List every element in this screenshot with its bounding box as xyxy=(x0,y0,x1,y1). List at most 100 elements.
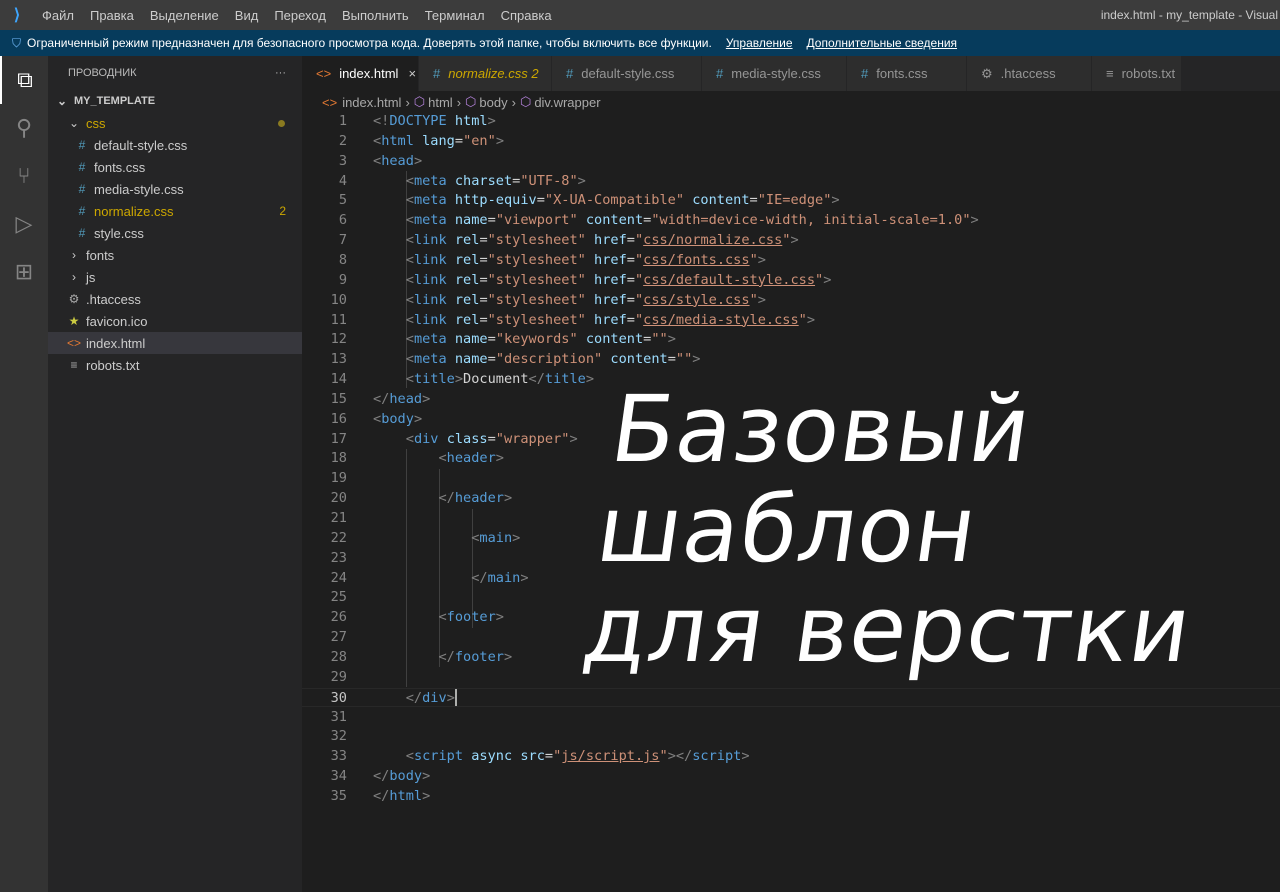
title-bar: ⟩ Файл Правка Выделение Вид Переход Выполнить… xyxy=(0,0,1280,30)
line-number: 31 xyxy=(330,708,347,725)
menu-item[interactable]: Файл xyxy=(42,8,74,23)
code-line[interactable]: 30 </div> xyxy=(302,687,1280,708)
star-icon: ★ xyxy=(68,314,80,328)
tree-item[interactable]: <> index.html xyxy=(48,332,302,354)
code-line[interactable]: 6 <meta name="viewport" content="width=d… xyxy=(302,211,1280,231)
breadcrumb-item[interactable]: html xyxy=(428,95,453,110)
breadcrumb-item[interactable]: index.html xyxy=(342,95,401,110)
tab-robots-txt[interactable]: ≡ robots.txt xyxy=(1092,56,1182,91)
menu-item[interactable]: Вид xyxy=(235,8,259,23)
tree-item[interactable]: # normalize.css 2 xyxy=(48,200,302,222)
code-line[interactable]: 32 xyxy=(302,727,1280,747)
close-tab-icon[interactable]: × xyxy=(408,66,416,81)
more-actions-button[interactable]: ··· xyxy=(275,67,286,79)
tree-item[interactable]: # style.css xyxy=(48,222,302,244)
tree-item[interactable]: ⌄ css xyxy=(48,112,302,134)
tree-item[interactable]: ≡ robots.txt xyxy=(48,354,302,376)
overlay-line: для верстки xyxy=(576,576,1199,683)
extensions-icon[interactable]: ⊞ xyxy=(0,248,48,296)
code-token: = xyxy=(479,251,488,268)
source-control-icon[interactable]: ⑂ xyxy=(0,152,48,200)
code-line[interactable]: 1 <!DOCTYPE html> xyxy=(302,112,1280,132)
code-line[interactable]: 13 <meta name="description" content=""> xyxy=(302,350,1280,370)
menu-item[interactable]: Переход xyxy=(274,8,326,23)
code-token: script xyxy=(692,748,742,765)
code-line[interactable]: 34 </body> xyxy=(302,767,1280,787)
tab--htaccess[interactable]: ⚙ .htaccess xyxy=(967,56,1092,91)
code-line[interactable]: 9 <link rel="stylesheet" href="css/defau… xyxy=(302,271,1280,291)
tab-normalize-css-2[interactable]: # normalize.css 2 xyxy=(419,56,552,91)
menu-item[interactable]: Выделение xyxy=(150,8,219,23)
code-line[interactable]: 31 xyxy=(302,708,1280,728)
code-token: "" xyxy=(651,331,668,348)
workspace-root[interactable]: ⌄ MY_TEMPLATE xyxy=(48,90,302,112)
line-number: 35 xyxy=(330,787,347,804)
code-token: html xyxy=(389,787,423,804)
tab-label: index.html xyxy=(339,66,399,81)
search-icon[interactable]: ⚲ xyxy=(0,104,48,152)
breadcrumb: <> index.html › ⬡ html › ⬡ body › ⬡ div.wrapper xyxy=(302,91,1280,113)
code-token: > xyxy=(569,430,578,447)
code-token: = xyxy=(479,291,488,308)
code-line[interactable]: 12 <meta name="keywords" content=""> xyxy=(302,330,1280,350)
code-line[interactable]: 35 </html> xyxy=(302,787,1280,807)
menu-item[interactable]: Справка xyxy=(501,8,552,23)
line-number: 9 xyxy=(338,271,347,288)
tree-item[interactable]: # fonts.css xyxy=(48,156,302,178)
code-token: DOCTYPE xyxy=(389,113,447,129)
tree-item[interactable]: › fonts xyxy=(48,244,302,266)
css-file-icon: # xyxy=(78,226,86,240)
tab-fonts-css[interactable]: # fonts.css xyxy=(847,56,967,91)
explorer-icon[interactable]: ⧉ xyxy=(0,56,48,104)
breadcrumb-item[interactable]: div.wrapper xyxy=(534,95,600,110)
code-token: lang xyxy=(422,132,455,149)
code-token: = xyxy=(626,251,635,268)
code-line[interactable]: 5 <meta http-equiv="X-UA-Compatible" con… xyxy=(302,191,1280,211)
code-token: "stylesheet" xyxy=(487,251,586,268)
menu-item[interactable]: Выполнить xyxy=(342,8,409,23)
chevron-down-icon: ⌄ xyxy=(68,116,80,130)
code-line[interactable]: 2 <html lang="en"> xyxy=(302,132,1280,152)
explorer-sidebar: ПРОВОДНИК ··· ⌄ MY_TEMPLATE ⌄ css # default… xyxy=(48,56,302,892)
menu-item[interactable]: Терминал xyxy=(425,8,485,23)
code-token: link xyxy=(413,251,447,268)
tree-item[interactable]: › js xyxy=(48,266,302,288)
code-token: " xyxy=(634,291,644,308)
manage-link[interactable]: Управление xyxy=(726,36,793,50)
code-token: "" xyxy=(675,351,693,368)
code-line[interactable]: 3 <head> xyxy=(302,152,1280,172)
breadcrumb-item[interactable]: body xyxy=(479,95,507,110)
code-line[interactable]: 7 <link rel="stylesheet" href="css/norma… xyxy=(302,231,1280,251)
tree-item-label: default-style.css xyxy=(94,137,188,153)
code-line[interactable]: 11 <link rel="stylesheet" href="css/medi… xyxy=(302,311,1280,331)
line-number: 3 xyxy=(338,152,347,169)
tree-item[interactable]: # default-style.css xyxy=(48,134,302,156)
code-line[interactable]: 10 <link rel="stylesheet" href="css/styl… xyxy=(302,291,1280,311)
tree-item[interactable]: ⚙ .htaccess xyxy=(48,288,302,310)
tree-item[interactable]: ★ favicon.ico xyxy=(48,310,302,332)
tree-item[interactable]: # media-style.css xyxy=(48,178,302,200)
more-info-link[interactable]: Дополнительные сведения xyxy=(807,36,957,50)
code-token: " xyxy=(634,311,644,328)
code-token: css/normalize.css xyxy=(643,232,783,249)
code-line[interactable]: 33 <script async src="js/script.js"></sc… xyxy=(302,747,1280,767)
window-title: index.html - my_template - Visual xyxy=(1100,8,1278,22)
tab-default-style-css[interactable]: # default-style.css xyxy=(552,56,702,91)
code-token: "width=device-width, initial-scale=1.0" xyxy=(651,212,971,229)
code-line[interactable]: 8 <link rel="stylesheet" href="css/fonts… xyxy=(302,251,1280,271)
explorer-header: ПРОВОДНИК ··· xyxy=(48,56,302,90)
line-number: 5 xyxy=(338,192,347,209)
overlay-line: шаблон xyxy=(590,476,985,583)
code-token: js/script.js xyxy=(561,748,660,765)
tab-media-style-css[interactable]: # media-style.css xyxy=(702,56,847,91)
code-token: "wrapper" xyxy=(495,430,570,447)
code-token: async xyxy=(471,748,513,765)
line-number: 15 xyxy=(330,390,347,407)
run-debug-icon[interactable]: ▷ xyxy=(0,200,48,248)
menu-item[interactable]: Правка xyxy=(90,8,134,23)
code-line[interactable]: 4 <meta charset="UTF-8"> xyxy=(302,172,1280,192)
tab-index-html[interactable]: <> index.html × xyxy=(302,56,419,91)
tree-item-label: robots.txt xyxy=(86,357,140,373)
line-content: </header> xyxy=(373,489,512,509)
